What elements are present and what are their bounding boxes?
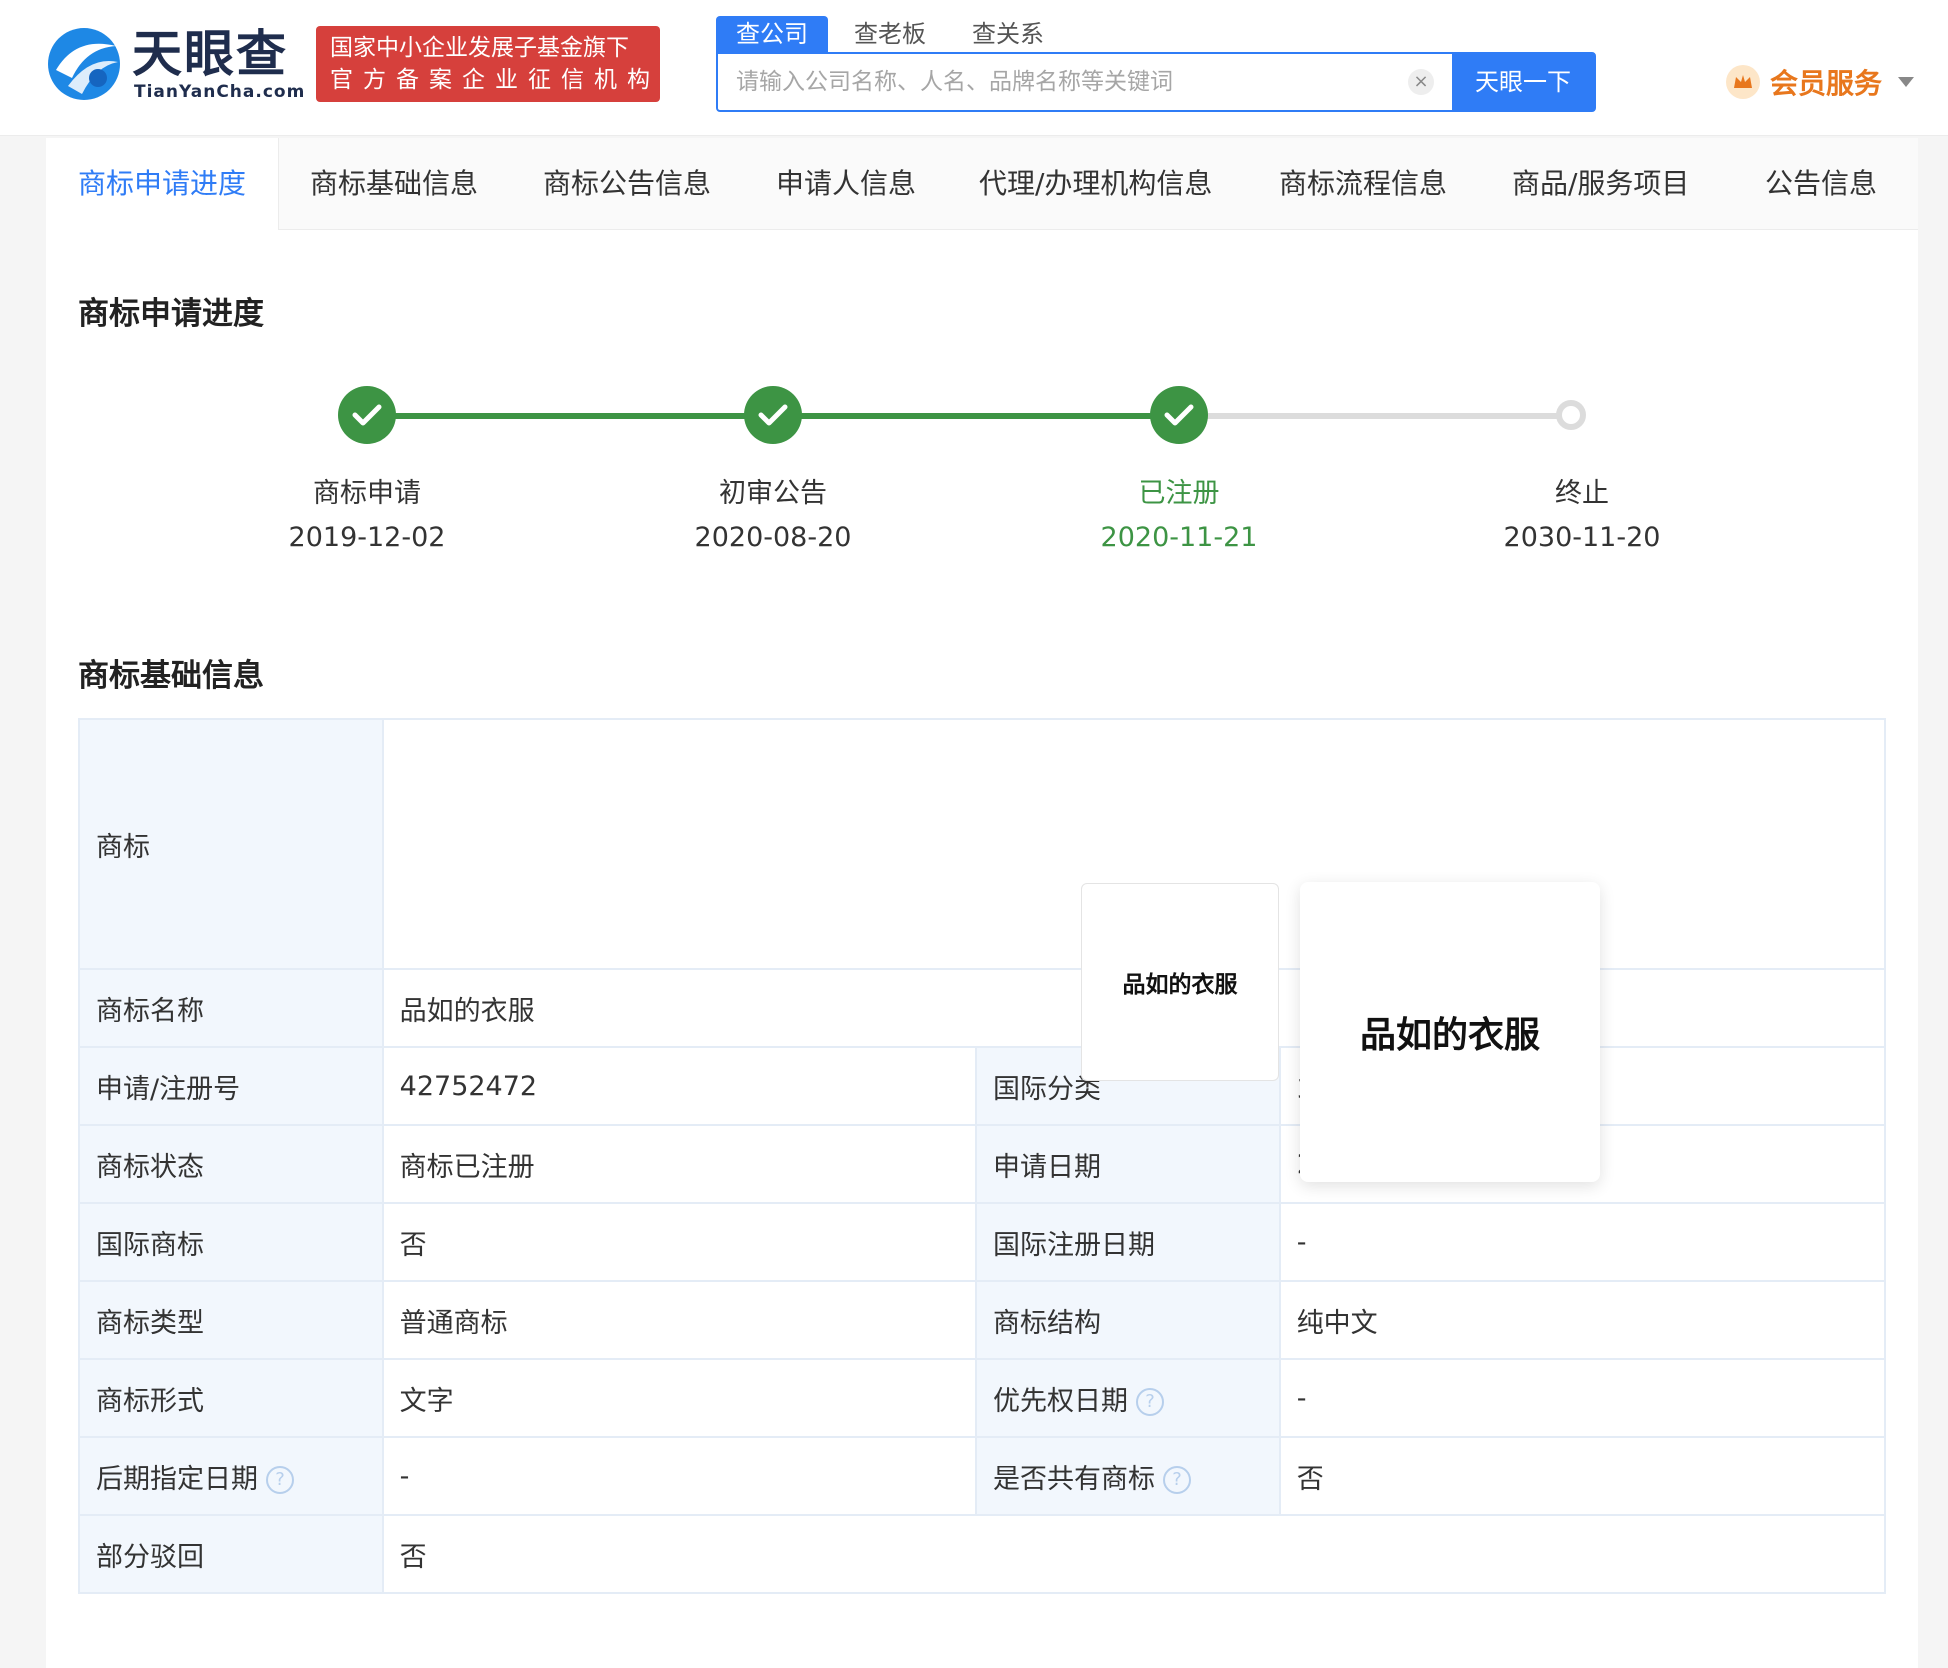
progress-step: 终止 2030-11-20 — [1462, 472, 1702, 560]
progress-step: 商标申请 2019-12-02 — [247, 472, 487, 560]
field-value: 纯中文 — [1278, 1280, 1887, 1360]
tab-application-progress[interactable]: 商标申请进度 — [46, 138, 280, 230]
search-box: × 天眼一下 — [716, 52, 1596, 112]
field-value: 商标已注册 — [381, 1124, 978, 1204]
section-tabs: 商标申请进度 商标基础信息 商标公告信息 申请人信息 代理/办理机构信息 商标流… — [46, 138, 1918, 230]
table-row: 后期指定日期? - 是否共有商标? 否 — [78, 1436, 1887, 1516]
step-label: 终止 — [1555, 478, 1609, 509]
partial-reject-value: 否 — [381, 1514, 1887, 1594]
step-done-icon — [338, 386, 396, 444]
trademark-label: 商标 — [78, 718, 384, 970]
progress-line-2 — [772, 413, 1178, 419]
table-row: 申请/注册号 42752472 国际分类 35-广告销售 — [78, 1046, 1887, 1126]
search-tab-company[interactable]: 查公司 — [716, 16, 828, 52]
field-value: - — [1278, 1358, 1887, 1438]
partial-reject-label: 部分驳回 — [78, 1514, 384, 1594]
field-label-with-help: 后期指定日期? — [78, 1436, 384, 1516]
table-row: 商标类型 普通商标 商标结构 纯中文 — [78, 1280, 1887, 1360]
progress-step-current: 已注册 2020-11-21 — [1059, 472, 1299, 560]
field-label: 后期指定日期 — [96, 1463, 258, 1495]
search-tab-boss[interactable]: 查老板 — [834, 16, 946, 52]
field-label: 申请日期 — [975, 1124, 1281, 1204]
field-value: 普通商标 — [381, 1280, 978, 1360]
table-row: 部分驳回 否 — [78, 1514, 1887, 1594]
table-row: 商标状态 商标已注册 申请日期 2019-12-02 — [78, 1124, 1887, 1204]
step-date: 2030-11-20 — [1503, 522, 1661, 553]
table-row: 商标名称 品如的衣服 — [78, 968, 1887, 1048]
badge-line-2: 官方备案企业征信机构 — [330, 67, 660, 93]
logo-text: 天眼查 — [132, 25, 288, 83]
step-date: 2020-11-21 — [1100, 522, 1258, 553]
field-value: 否 — [381, 1202, 978, 1282]
field-label: 商标结构 — [975, 1280, 1281, 1360]
search-input[interactable] — [718, 54, 1408, 110]
field-label: 优先权日期 — [993, 1385, 1129, 1417]
logo-subtext: TianYanCha.com — [134, 82, 306, 102]
field-label-with-help: 是否共有商标? — [975, 1436, 1281, 1516]
basic-section-title: 商标基础信息 — [78, 658, 264, 694]
logo[interactable]: 天眼查 TianYanCha.com — [46, 25, 304, 106]
help-icon[interactable]: ? — [266, 1466, 294, 1494]
progress-line-3 — [1178, 413, 1568, 419]
field-label: 申请/注册号 — [78, 1046, 384, 1126]
help-icon[interactable]: ? — [1163, 1466, 1192, 1494]
search-button[interactable]: 天眼一下 — [1452, 54, 1594, 110]
vip-service-label: 会员服务 — [1770, 67, 1883, 100]
field-label: 国际商标 — [78, 1202, 384, 1282]
field-label: 是否共有商标 — [993, 1463, 1156, 1495]
badge-line-1: 国家中小企业发展子基金旗下 — [330, 35, 629, 61]
field-label: 商标状态 — [78, 1124, 384, 1204]
help-icon[interactable]: ? — [1136, 1388, 1165, 1416]
chevron-down-icon — [1898, 77, 1915, 87]
field-value: 文字 — [381, 1358, 978, 1438]
tianyancha-logo-icon — [48, 28, 120, 100]
vip-service-menu[interactable]: 会员服务 — [1726, 62, 1915, 102]
crown-icon — [1726, 65, 1760, 99]
basic-info-table: 商标 商标名称 品如的衣服 申请/注册号 42752472 国际分类 35-广告… — [78, 718, 1887, 1594]
top-header: 天眼查 TianYanCha.com 国家中小企业发展子基金旗下 官方备案企业征… — [0, 0, 1948, 136]
step-label: 商标申请 — [313, 478, 421, 509]
step-date: 2019-12-02 — [288, 522, 446, 553]
trademark-detail-card: 商标申请进度 商标基础信息 商标公告信息 申请人信息 代理/办理机构信息 商标流… — [46, 138, 1918, 1668]
field-value: - — [381, 1436, 978, 1516]
tab-process-info[interactable]: 商标流程信息 — [1279, 138, 1447, 230]
step-done-icon — [744, 386, 802, 444]
progress-section-title: 商标申请进度 — [78, 296, 264, 332]
field-label: 商标类型 — [78, 1280, 384, 1360]
step-label: 已注册 — [1138, 478, 1220, 509]
search-tab-relation[interactable]: 查关系 — [952, 16, 1064, 52]
tab-notice-info[interactable]: 公告信息 — [1765, 138, 1877, 230]
tab-applicant-info[interactable]: 申请人信息 — [776, 138, 916, 230]
field-label-with-help: 优先权日期? — [975, 1358, 1281, 1438]
step-label: 初审公告 — [719, 478, 827, 509]
table-row: 商标 — [78, 718, 1887, 970]
trademark-thumbnail[interactable]: 品如的衣服 — [1081, 883, 1279, 1081]
tab-announcement-info[interactable]: 商标公告信息 — [543, 138, 711, 230]
step-pending-icon — [1556, 400, 1586, 430]
field-label: 国际注册日期 — [975, 1202, 1281, 1282]
step-date: 2020-08-20 — [694, 522, 852, 553]
progress-step: 初审公告 2020-08-20 — [653, 472, 893, 560]
tab-basic-info[interactable]: 商标基础信息 — [310, 138, 478, 230]
field-value: 否 — [1278, 1436, 1887, 1516]
trademark-name-label: 商标名称 — [78, 968, 384, 1048]
official-badge: 国家中小企业发展子基金旗下 官方备案企业征信机构 — [316, 26, 660, 102]
step-done-icon — [1150, 386, 1208, 444]
field-value: - — [1278, 1202, 1887, 1282]
progress-line-1 — [366, 413, 772, 419]
trademark-preview-popup: 品如的衣服 — [1300, 882, 1600, 1182]
tab-goods-services[interactable]: 商品/服务项目 — [1512, 138, 1689, 230]
table-row: 商标形式 文字 优先权日期? - — [78, 1358, 1887, 1438]
clear-icon[interactable]: × — [1408, 69, 1434, 95]
search-tabs: 查公司 查老板 查关系 — [716, 16, 1070, 52]
field-value: 42752472 — [381, 1046, 978, 1126]
field-label: 商标形式 — [78, 1358, 384, 1438]
tab-agency-info[interactable]: 代理/办理机构信息 — [979, 138, 1212, 230]
table-row: 国际商标 否 国际注册日期 - — [78, 1202, 1887, 1282]
